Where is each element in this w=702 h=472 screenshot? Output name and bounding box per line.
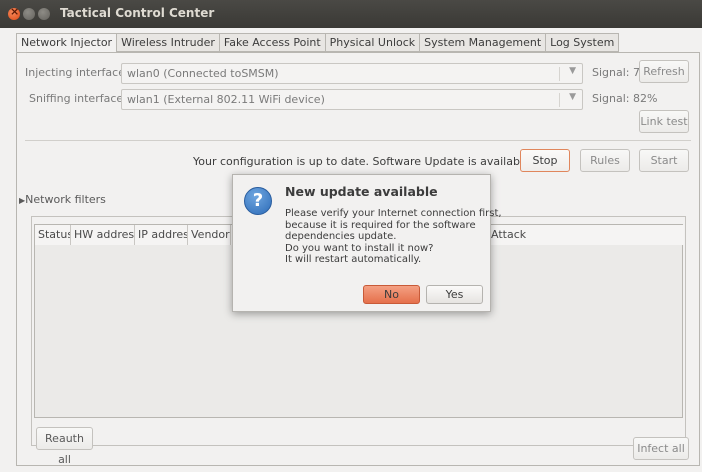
dialog-message-line: dependencies update.: [285, 231, 397, 243]
dialog-message: Please verify your Internet connection f…: [285, 208, 502, 266]
update-status-message: Your configuration is up to date. Softwa…: [193, 155, 534, 168]
chevron-down-icon: ▼: [569, 66, 576, 76]
dialog-message-line: Do you want to install it now?: [285, 242, 434, 254]
tab-fake-access-point[interactable]: Fake Access Point: [219, 33, 326, 52]
sniffing-interface-value: wlan1 (External 802.11 WiFi device): [127, 93, 325, 106]
yes-button[interactable]: Yes: [426, 285, 483, 304]
window-title: Tactical Control Center: [60, 6, 215, 20]
tab-physical-unlock[interactable]: Physical Unlock: [325, 33, 421, 52]
dialog-message-line: It will restart automatically.: [285, 254, 422, 266]
no-button[interactable]: No: [363, 285, 420, 304]
sniffing-signal: Signal: 82%: [592, 92, 658, 105]
dialog-title: New update available: [285, 184, 438, 199]
column-header[interactable]: Vendor: [188, 225, 231, 245]
column-header[interactable]: HW address: [71, 225, 135, 245]
stop-button[interactable]: Stop: [520, 149, 570, 172]
tab-wireless-intruder[interactable]: Wireless Intruder: [117, 33, 220, 52]
separator: [25, 140, 691, 141]
refresh-button[interactable]: Refresh: [639, 60, 689, 83]
network-filters-expander[interactable]: ▶Network filters: [19, 193, 106, 206]
injecting-interface-select[interactable]: wlan0 (Connected toSMSM) ▼: [121, 63, 583, 84]
combo-separator: [559, 67, 560, 81]
tab-bar: Network Injector Wireless Intruder Fake …: [16, 33, 620, 53]
start-button[interactable]: Start: [639, 149, 689, 172]
rules-button[interactable]: Rules: [580, 149, 630, 172]
window-titlebar[interactable]: Tactical Control Center: [0, 0, 702, 28]
tab-network-injector[interactable]: Network Injector: [16, 33, 118, 53]
tab-log-system[interactable]: Log System: [546, 33, 620, 52]
injecting-interface-value: wlan0 (Connected toSMSM): [127, 67, 279, 80]
sniffing-interface-select[interactable]: wlan1 (External 802.11 WiFi device) ▼: [121, 89, 583, 110]
tab-system-management[interactable]: System Management: [420, 33, 547, 52]
dialog-message-line: because it is required for the software: [285, 219, 476, 231]
minimize-icon[interactable]: [23, 8, 35, 20]
injecting-interface-label: Injecting interface:: [25, 66, 129, 79]
column-header[interactable]: IP address: [135, 225, 188, 245]
combo-separator: [559, 93, 560, 107]
question-icon: ?: [244, 187, 272, 215]
update-dialog: ? New update available Please verify you…: [232, 174, 502, 312]
reauth-all-button[interactable]: Reauth all: [36, 427, 93, 466]
infect-all-button[interactable]: Infect all: [633, 437, 689, 460]
column-header[interactable]: Status: [35, 225, 71, 245]
network-filters-label: Network filters: [25, 193, 106, 206]
link-test-button[interactable]: Link test: [639, 110, 689, 133]
close-icon[interactable]: [8, 5, 20, 20]
chevron-down-icon: ▼: [569, 92, 576, 102]
dialog-message-line: Please verify your Internet connection f…: [285, 208, 502, 219]
sniffing-interface-label: Sniffing interface:: [29, 92, 127, 105]
maximize-icon[interactable]: [38, 8, 50, 20]
